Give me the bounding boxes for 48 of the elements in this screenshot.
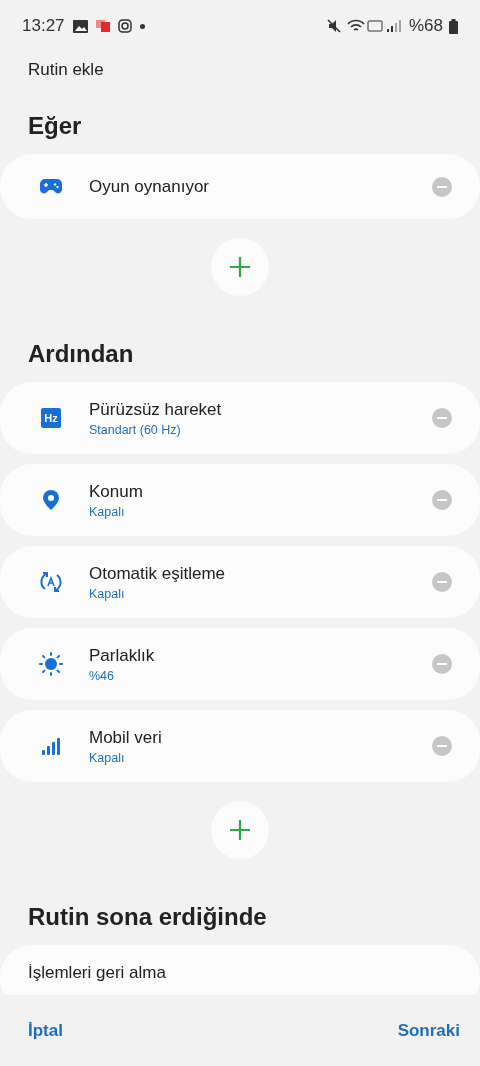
plus-icon — [230, 257, 250, 277]
dot-icon — [139, 23, 145, 29]
section-title: Rutin sona erdiğinde — [27, 902, 268, 931]
item-value: Kapalı — [89, 504, 126, 519]
remove-icon[interactable] — [432, 176, 452, 197]
signal-bars-icon — [41, 736, 61, 756]
location-pin-icon — [42, 489, 60, 511]
routine-card[interactable]: Hz Pürüzsüz hareket Standart (60 Hz) — [0, 382, 480, 454]
page-title: Rutin ekle — [27, 59, 105, 81]
item-label: İşlemleri geri alma — [28, 963, 166, 983]
status-time: 13:27 — [22, 16, 65, 36]
item-label: Otomatik eşitleme — [89, 563, 227, 584]
routine-card[interactable]: İşlemleri geri alma — [0, 945, 480, 995]
hz-icon: Hz — [41, 408, 61, 428]
routine-card[interactable]: Mobil veri Kapalı — [0, 710, 480, 782]
notification-icon — [95, 20, 110, 32]
item-label: Pürüzsüz hareket — [89, 399, 223, 420]
camera-icon — [117, 19, 132, 33]
item-label: Parlaklık — [89, 645, 156, 666]
routine-card[interactable]: Parlaklık %46 — [0, 628, 480, 700]
gallery-icon — [72, 19, 88, 33]
gamepad-icon — [39, 177, 63, 196]
section-title: Eğer — [27, 111, 83, 140]
remove-icon[interactable] — [432, 572, 452, 592]
remove-icon[interactable] — [432, 490, 452, 510]
item-value: Kapalı — [89, 750, 126, 765]
auto-sync-icon — [39, 570, 63, 594]
plus-icon — [230, 820, 250, 840]
battery-percent: %68 — [408, 16, 443, 36]
item-value: Standart (60 Hz) — [89, 422, 182, 437]
item-label: Mobil veri — [89, 727, 163, 748]
next-button[interactable]: Sonraki — [397, 1020, 460, 1041]
item-label: Konum — [89, 481, 144, 502]
battery-icon — [449, 18, 458, 34]
remove-icon[interactable] — [432, 408, 452, 428]
mute-icon — [326, 19, 341, 33]
section-title: Ardından — [27, 339, 135, 368]
item-value: %46 — [89, 668, 116, 683]
routine-card[interactable]: Oyun oynanıyor — [0, 154, 480, 219]
routine-card[interactable]: Otomatik eşitleme Kapalı — [0, 546, 480, 618]
brightness-icon — [39, 652, 63, 676]
remove-icon[interactable] — [432, 654, 452, 674]
wifi-signal-icon — [346, 18, 403, 34]
remove-icon[interactable] — [432, 736, 452, 756]
item-label: Oyun oynanıyor — [89, 176, 210, 197]
item-value: Kapalı — [89, 586, 126, 601]
cancel-button[interactable]: İptal — [28, 1020, 63, 1041]
routine-card[interactable]: Konum Kapalı — [0, 464, 480, 536]
